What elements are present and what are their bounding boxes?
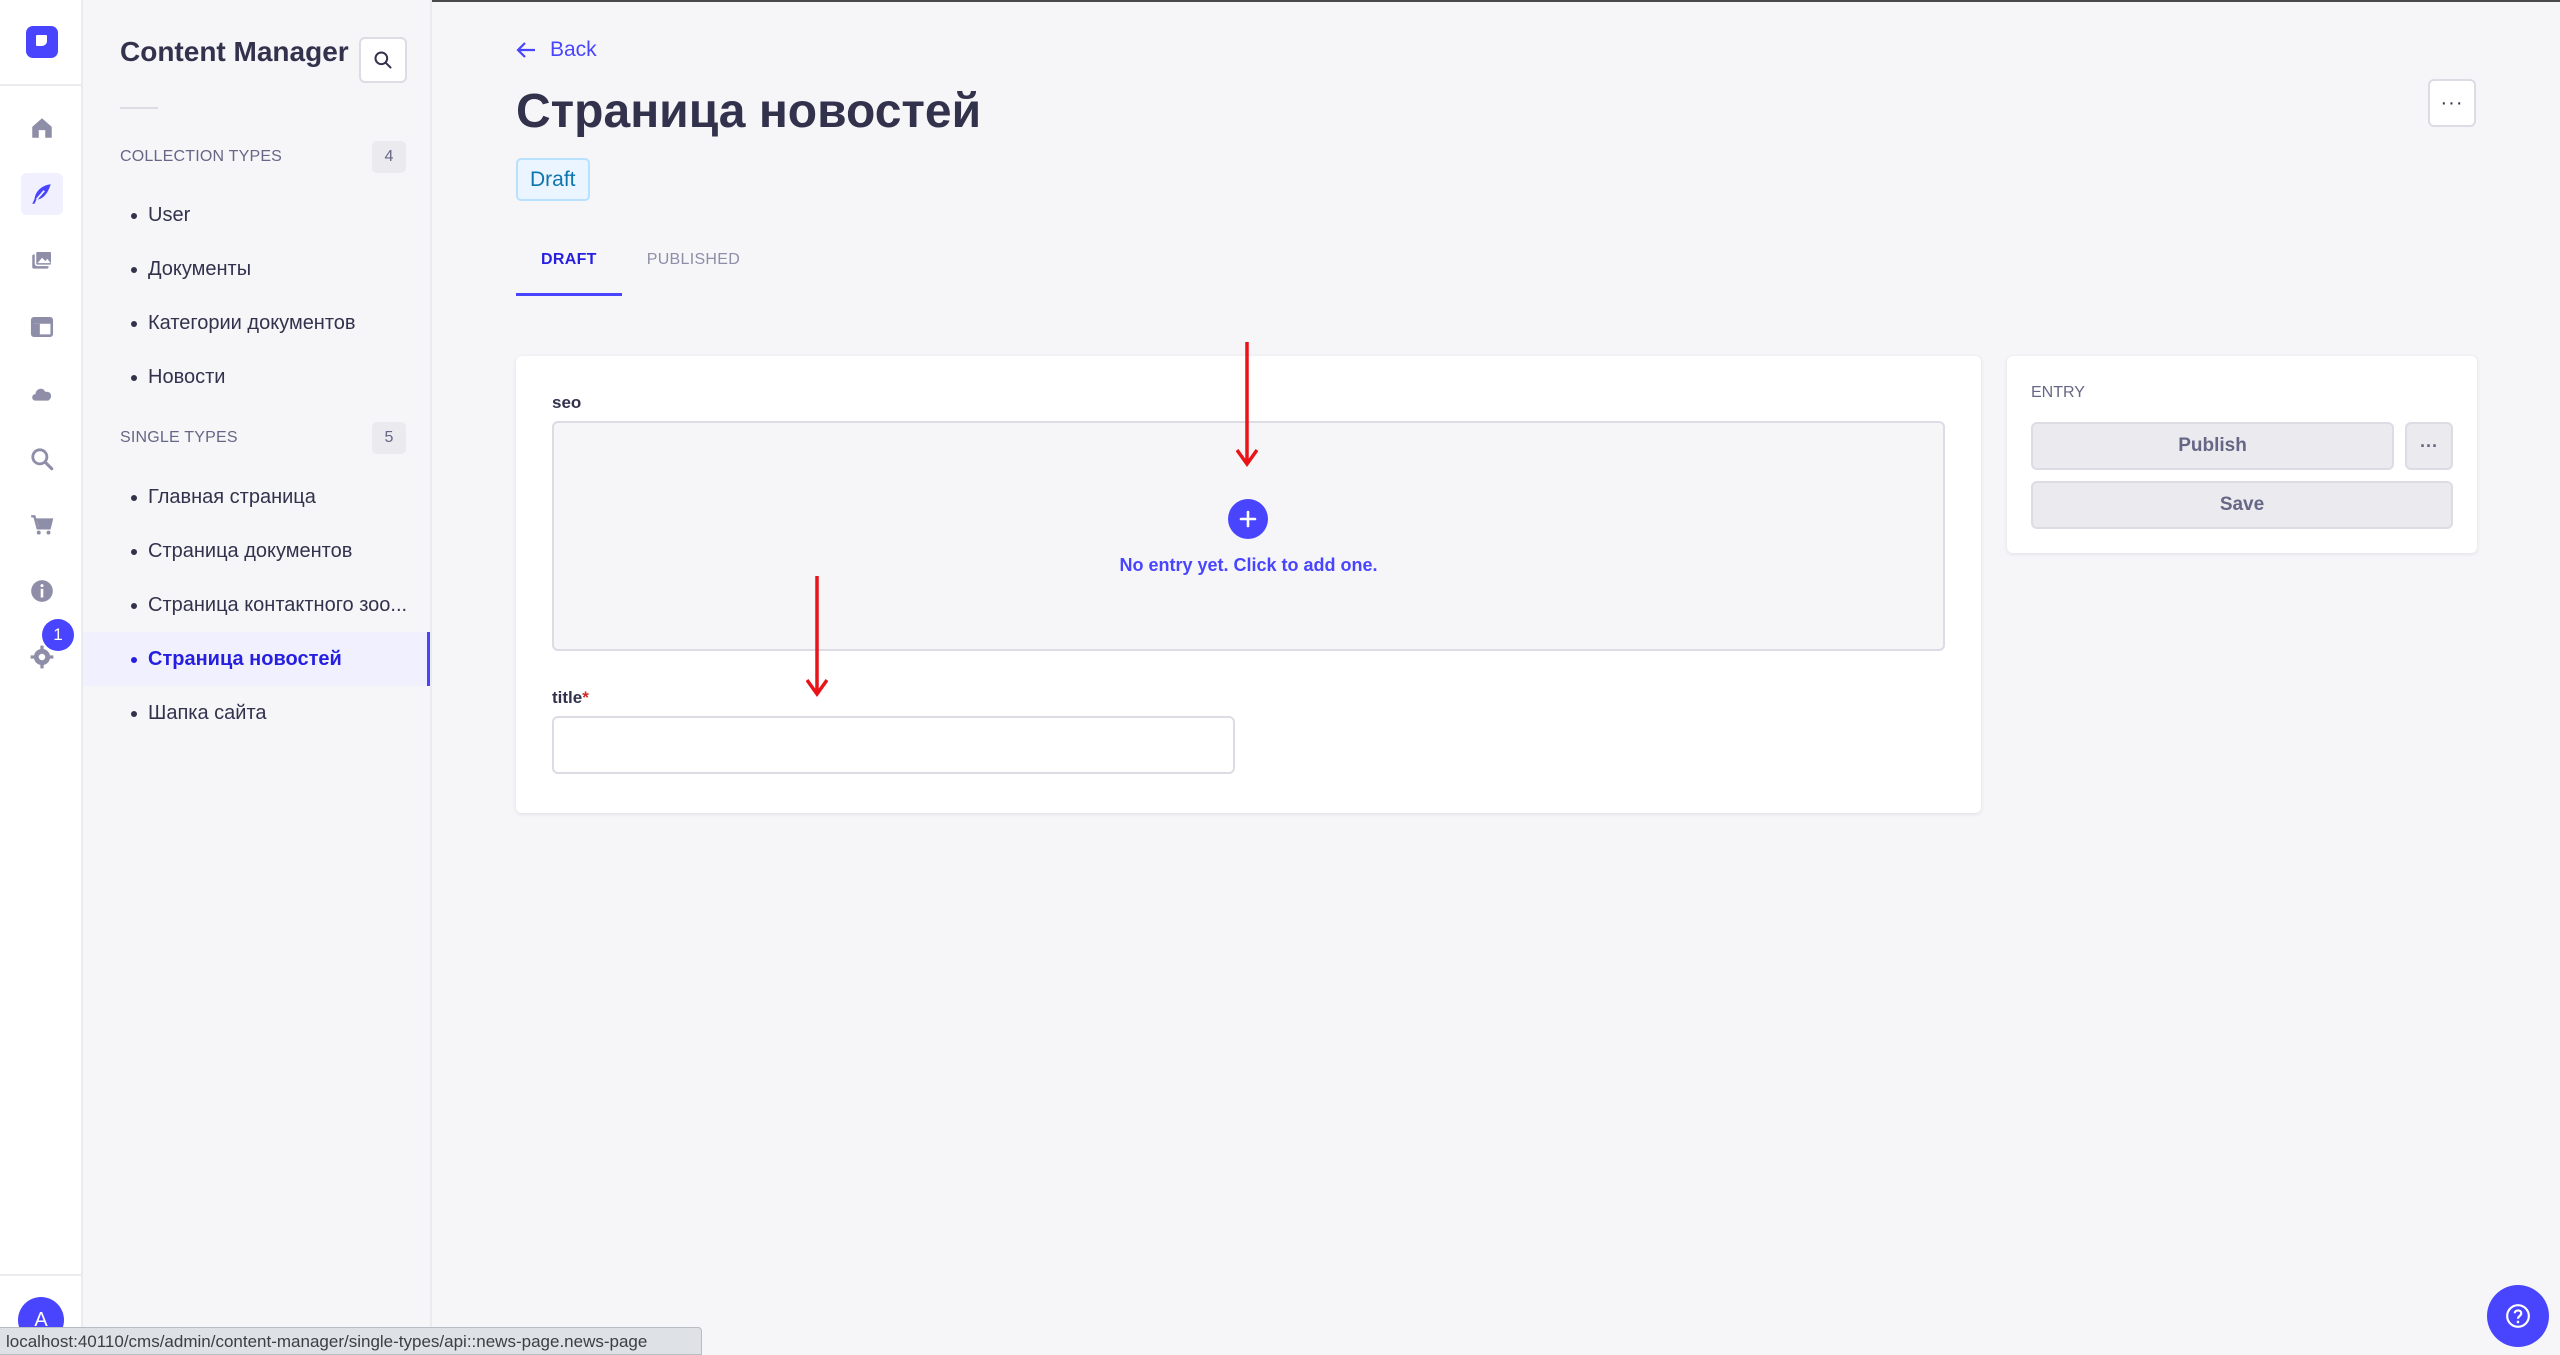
header-more-button[interactable]: ···	[2428, 79, 2476, 127]
bullet-icon	[131, 321, 137, 327]
content-manager-icon	[32, 184, 51, 204]
collection-types-count: 4	[372, 141, 406, 173]
bullet-icon	[131, 549, 137, 555]
tab-published[interactable]: PUBLISHED	[622, 246, 765, 296]
subnav-item-document-categories[interactable]: Категории документов	[83, 296, 430, 350]
bullet-icon	[131, 603, 137, 609]
draft-published-tabs: DRAFT PUBLISHED	[516, 246, 765, 296]
subnav-item-home-page[interactable]: Главная страница	[83, 470, 430, 524]
single-types-heading[interactable]: SINGLE TYPES	[120, 429, 238, 447]
nav-marketplace[interactable]	[21, 504, 63, 546]
divider	[0, 84, 83, 86]
search-icon	[374, 51, 392, 69]
back-link[interactable]: Back	[516, 38, 597, 62]
nav-home[interactable]	[21, 107, 63, 149]
subnav-item-label: Документы	[148, 257, 252, 280]
nav-cloud[interactable]	[21, 372, 63, 414]
subnav-item-documents[interactable]: Документы	[83, 242, 430, 296]
collection-types-heading[interactable]: COLLECTION TYPES	[120, 148, 282, 166]
arrow-left-icon	[516, 42, 535, 58]
subnav-item-label: User	[148, 203, 191, 226]
app-root: 1 A Content Manager COLLECTION TYPES 4 U…	[0, 0, 2560, 1355]
entry-panel: ENTRY Publish ··· Save	[2007, 356, 2477, 553]
nav-content-manager[interactable]	[21, 173, 63, 215]
nav-content-type-builder[interactable]	[21, 306, 63, 348]
strapi-logo[interactable]	[26, 26, 58, 58]
bullet-icon	[131, 657, 137, 663]
help-button[interactable]	[2487, 1285, 2549, 1347]
browser-status-url: localhost:40110/cms/admin/content-manage…	[0, 1327, 702, 1355]
required-mark: *	[582, 688, 589, 707]
settings-notification-badge: 1	[42, 619, 74, 651]
subnav-item-documents-page[interactable]: Страница документов	[83, 524, 430, 578]
annotation-arrow-down-icon	[1236, 342, 1258, 468]
subnav-item-label: Страница документов	[148, 539, 353, 562]
nav-search[interactable]	[21, 438, 63, 480]
empty-component-text[interactable]: No entry yet. Click to add one.	[554, 555, 1943, 576]
bullet-icon	[131, 711, 137, 717]
annotation-arrow-down-icon	[806, 576, 828, 698]
question-icon	[2506, 1304, 2530, 1328]
subnav-item-label: Страница новостей	[148, 647, 342, 670]
bullet-icon	[131, 267, 137, 273]
publish-button[interactable]: Publish	[2031, 422, 2394, 470]
add-component-button[interactable]	[1228, 499, 1268, 539]
bullet-icon	[131, 495, 137, 501]
subnav-item-label: Новости	[148, 365, 226, 388]
entry-more-button[interactable]: ···	[2405, 422, 2453, 470]
subnav-item-user[interactable]: User	[83, 188, 430, 242]
media-library-icon	[32, 250, 53, 269]
subnav-item-news-page[interactable]: Страница новостей	[83, 632, 430, 686]
title-input[interactable]	[552, 716, 1235, 774]
home-icon	[32, 118, 52, 138]
title-field-label: title*	[552, 688, 589, 708]
subnav-item-contact-zoo-page[interactable]: Страница контактного зоо...	[83, 578, 430, 632]
search-icon	[31, 448, 54, 471]
cloud-icon	[32, 388, 52, 401]
info-icon	[31, 580, 53, 602]
single-types-count: 5	[372, 422, 406, 454]
nav-info[interactable]	[21, 570, 63, 612]
divider	[0, 1274, 83, 1276]
subnav-item-label: Шапка сайта	[148, 701, 267, 724]
save-button[interactable]: Save	[2031, 481, 2453, 529]
subnav-item-label: Страница контактного зоо...	[148, 593, 408, 616]
plus-icon	[1239, 510, 1257, 528]
subnav-item-label: Главная страница	[148, 485, 316, 508]
nav-media-library[interactable]	[21, 240, 63, 282]
subnav-item-site-header[interactable]: Шапка сайта	[83, 686, 430, 740]
divider	[120, 107, 158, 109]
main-nav: 1 A	[0, 0, 83, 1355]
status-badge: Draft	[516, 158, 590, 201]
cart-icon	[31, 515, 54, 535]
back-link-label: Back	[550, 38, 597, 61]
content-type-builder-icon	[30, 317, 54, 337]
subnav-search-button[interactable]	[359, 37, 407, 83]
content-manager-subnav: Content Manager COLLECTION TYPES 4 User …	[83, 0, 432, 1355]
seo-field-label: seo	[552, 393, 582, 412]
title-label-text: title	[552, 688, 583, 707]
subnav-item-news[interactable]: Новости	[83, 350, 430, 404]
bullet-icon	[131, 213, 137, 219]
entry-panel-heading: ENTRY	[2031, 384, 2085, 401]
subnav-item-label: Категории документов	[148, 311, 356, 334]
bullet-icon	[131, 375, 137, 381]
subnav-title: Content Manager	[120, 36, 349, 67]
page-title: Страница новостей	[516, 85, 982, 138]
tab-draft[interactable]: DRAFT	[516, 246, 622, 296]
